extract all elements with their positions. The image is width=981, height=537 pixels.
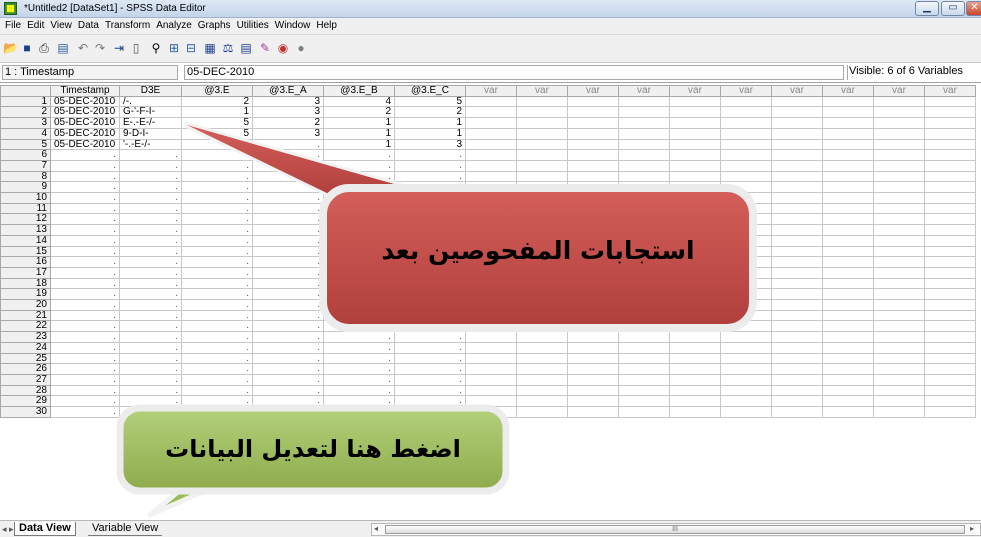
callout-edit-text: اضغط هنا لتعديل البيانات	[165, 435, 461, 463]
callout-responses-text: استجابات المفحوصين بعد	[381, 236, 695, 265]
red-callout	[184, 122, 757, 332]
